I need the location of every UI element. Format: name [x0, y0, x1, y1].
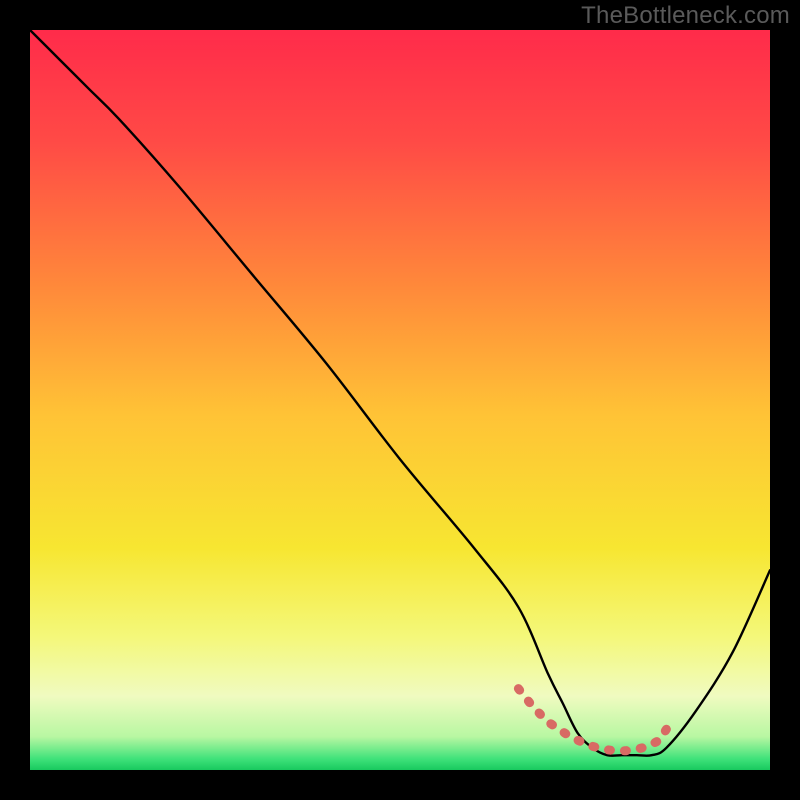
chart-plot-area	[30, 30, 770, 770]
optimal-range-highlight	[518, 689, 666, 751]
curve-layer	[30, 30, 770, 770]
frame-right	[770, 0, 800, 800]
bottleneck-curve	[30, 30, 770, 756]
frame-bottom	[0, 770, 800, 800]
watermark-text: TheBottleneck.com	[581, 2, 790, 30]
frame-left	[0, 0, 30, 800]
